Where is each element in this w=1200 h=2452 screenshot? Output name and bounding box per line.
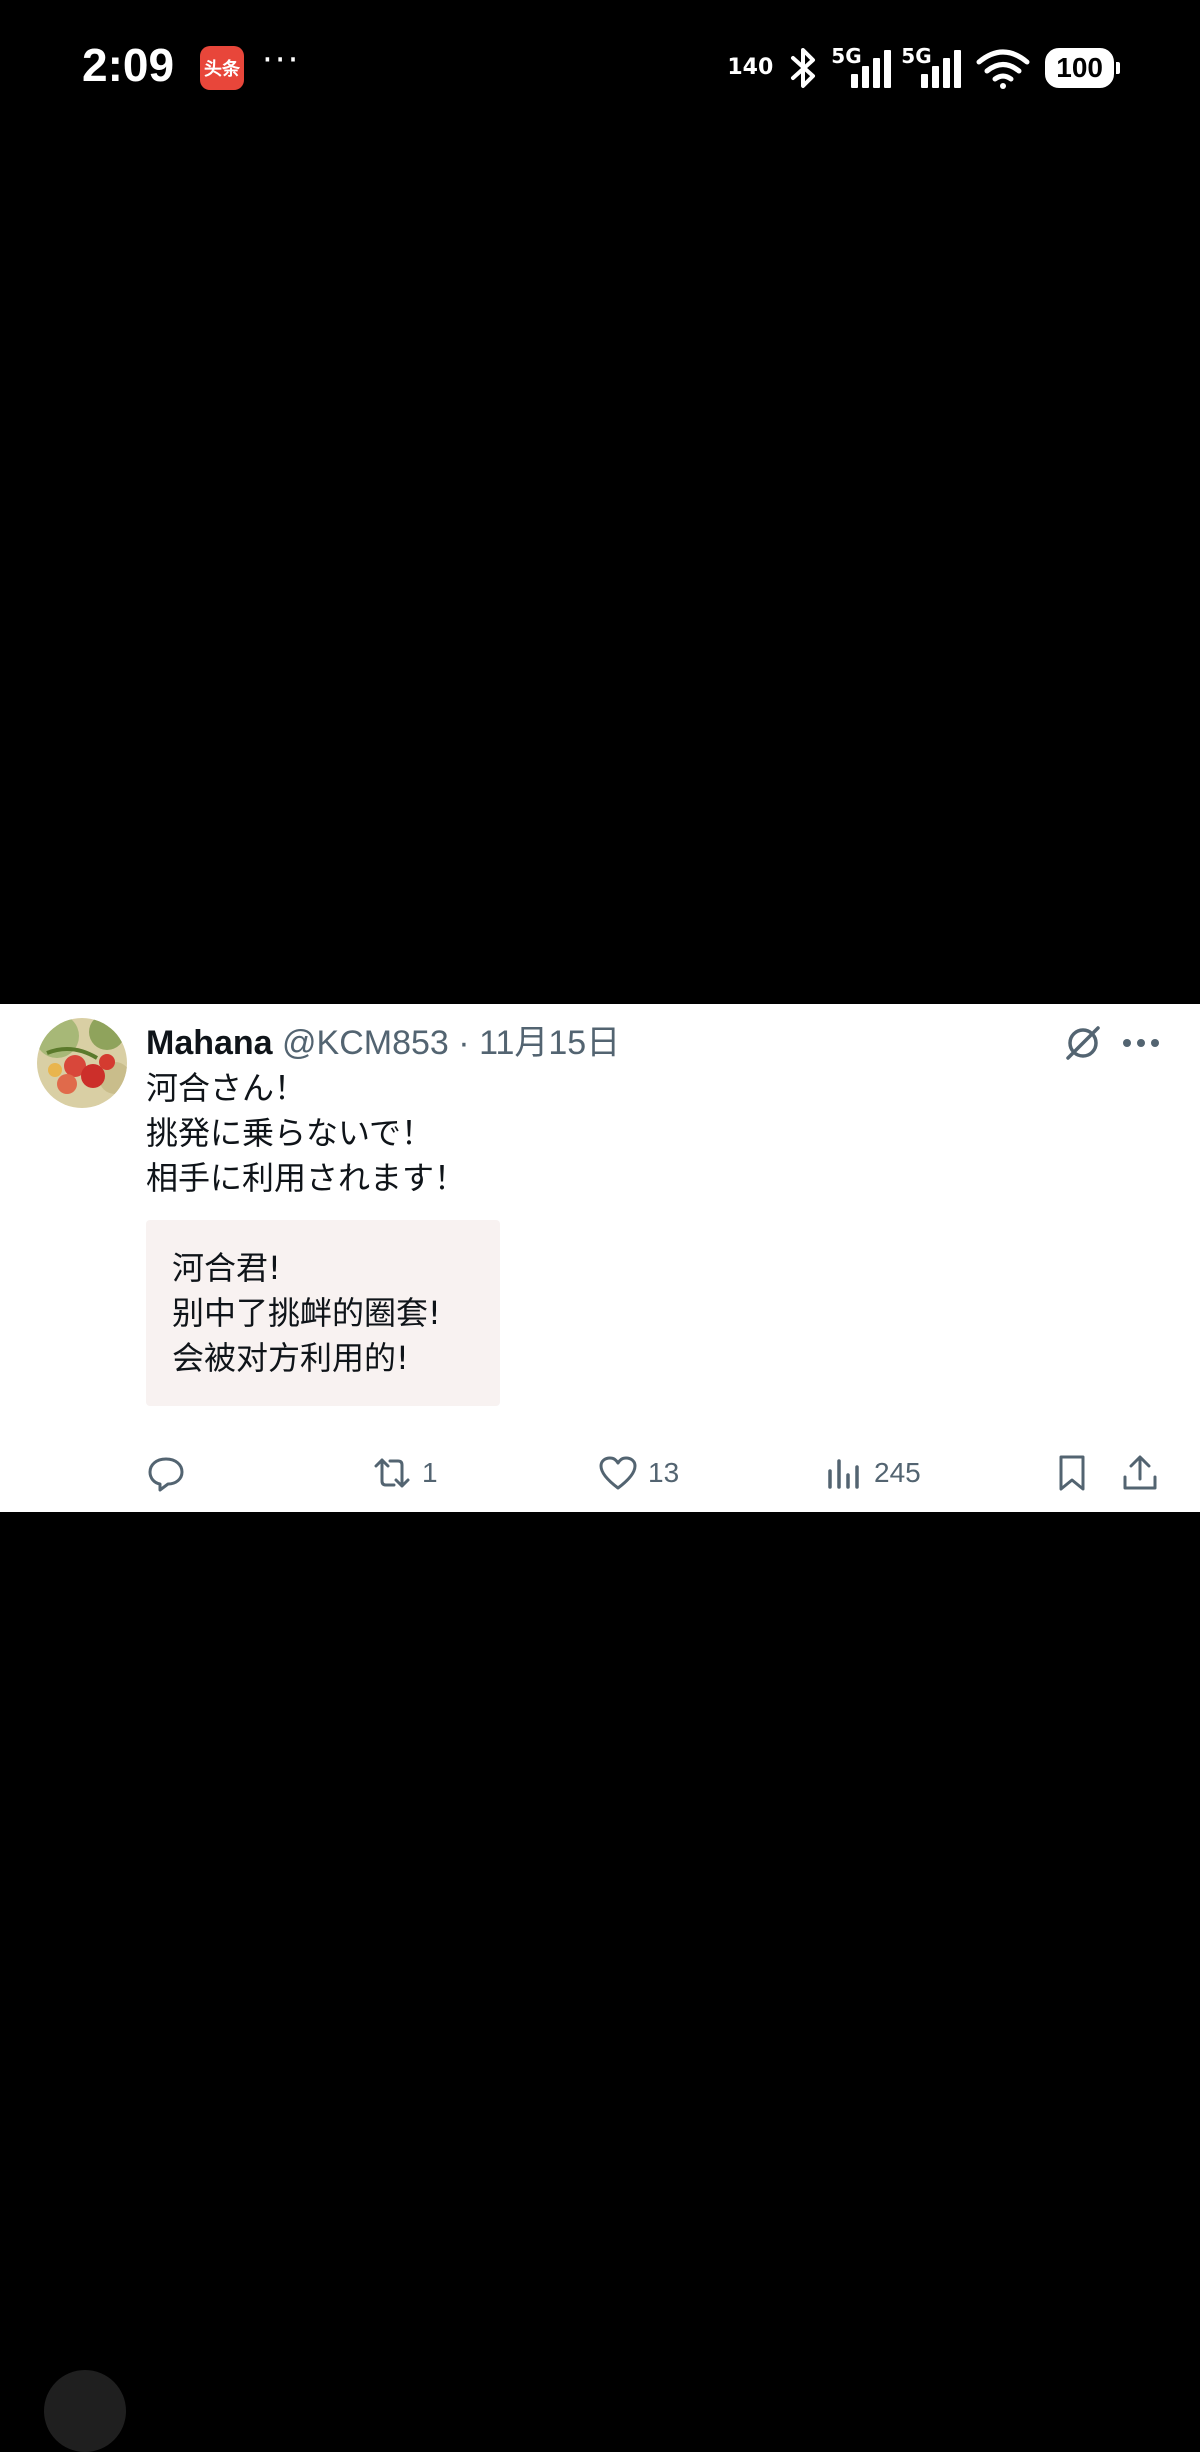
share-button[interactable] [1120, 1448, 1160, 1498]
bookmark-icon [1059, 1455, 1085, 1491]
battery-indicator: 100 [1045, 48, 1114, 88]
views-button[interactable]: 245 [824, 1448, 921, 1498]
floating-button[interactable] [44, 2370, 126, 2452]
more-options-icon[interactable] [1118, 1018, 1164, 1068]
translation-line: 别中了挑衅的圈套! [172, 1294, 441, 1332]
signal-2: 5G [901, 44, 962, 88]
signal-1: 5G [831, 44, 892, 88]
wifi-icon [976, 49, 1030, 89]
translation-box: 河合君! 别中了挑衅的圈套! 会被对方利用的! [146, 1220, 500, 1406]
tweet-text-line: 挑発に乗らないで！ [146, 1114, 434, 1152]
like-button[interactable]: 13 [598, 1448, 679, 1498]
tweet-date[interactable]: 11月15日 [479, 1024, 620, 1062]
like-count: 13 [648, 1457, 680, 1488]
status-time: 2:09 [82, 39, 175, 91]
share-icon [1123, 1455, 1157, 1490]
views-chart-icon [828, 1459, 859, 1489]
tweet-header: Mahana @KCM853 · 11月15日 [146, 1018, 620, 1068]
retweet-button[interactable]: 1 [372, 1448, 438, 1498]
translation-line: 河合君! [172, 1249, 281, 1287]
network-type-label: 5G [901, 44, 932, 68]
tweet-text-line: 相手に利用されます！ [146, 1159, 467, 1197]
avatar-image [37, 1018, 127, 1108]
avatar[interactable] [37, 1018, 127, 1108]
tweet-actions: 1 13 245 [0, 1448, 1200, 1498]
bluetooth-icon [791, 48, 816, 88]
network-speed: 140 [727, 55, 774, 80]
meta-separator: · [458, 1024, 470, 1062]
retweet-icon [374, 1458, 410, 1488]
network-type-label: 5G [831, 44, 862, 68]
status-bar: 2:09 头条 ··· 140 5G 5G 100 [0, 0, 1200, 140]
retweet-count: 1 [422, 1457, 438, 1488]
tweet-text: 河合さん！ 挑発に乗らないで！ 相手に利用されます！ [146, 1066, 466, 1201]
grok-icon[interactable] [1058, 1018, 1108, 1068]
translation-line: 会被对方利用的! [172, 1339, 409, 1377]
heart-icon [599, 1456, 637, 1490]
toutiao-app-icon: 头条 [200, 46, 244, 90]
bookmark-button[interactable] [1052, 1448, 1092, 1498]
author-name[interactable]: Mahana [146, 1024, 273, 1062]
battery-tip [1116, 62, 1120, 74]
views-count: 245 [874, 1457, 921, 1488]
reply-icon [148, 1457, 184, 1492]
reply-button[interactable] [146, 1448, 196, 1498]
author-handle[interactable]: @KCM853 [282, 1024, 449, 1062]
status-indicators: 140 5G 5G 100 [727, 40, 1120, 96]
status-more-icon: ··· [262, 40, 301, 80]
tweet-card[interactable]: Mahana @KCM853 · 11月15日 河合さん！ 挑発に乗らないで！ … [0, 1004, 1200, 1512]
tweet-text-line: 河合さん！ [146, 1069, 307, 1107]
